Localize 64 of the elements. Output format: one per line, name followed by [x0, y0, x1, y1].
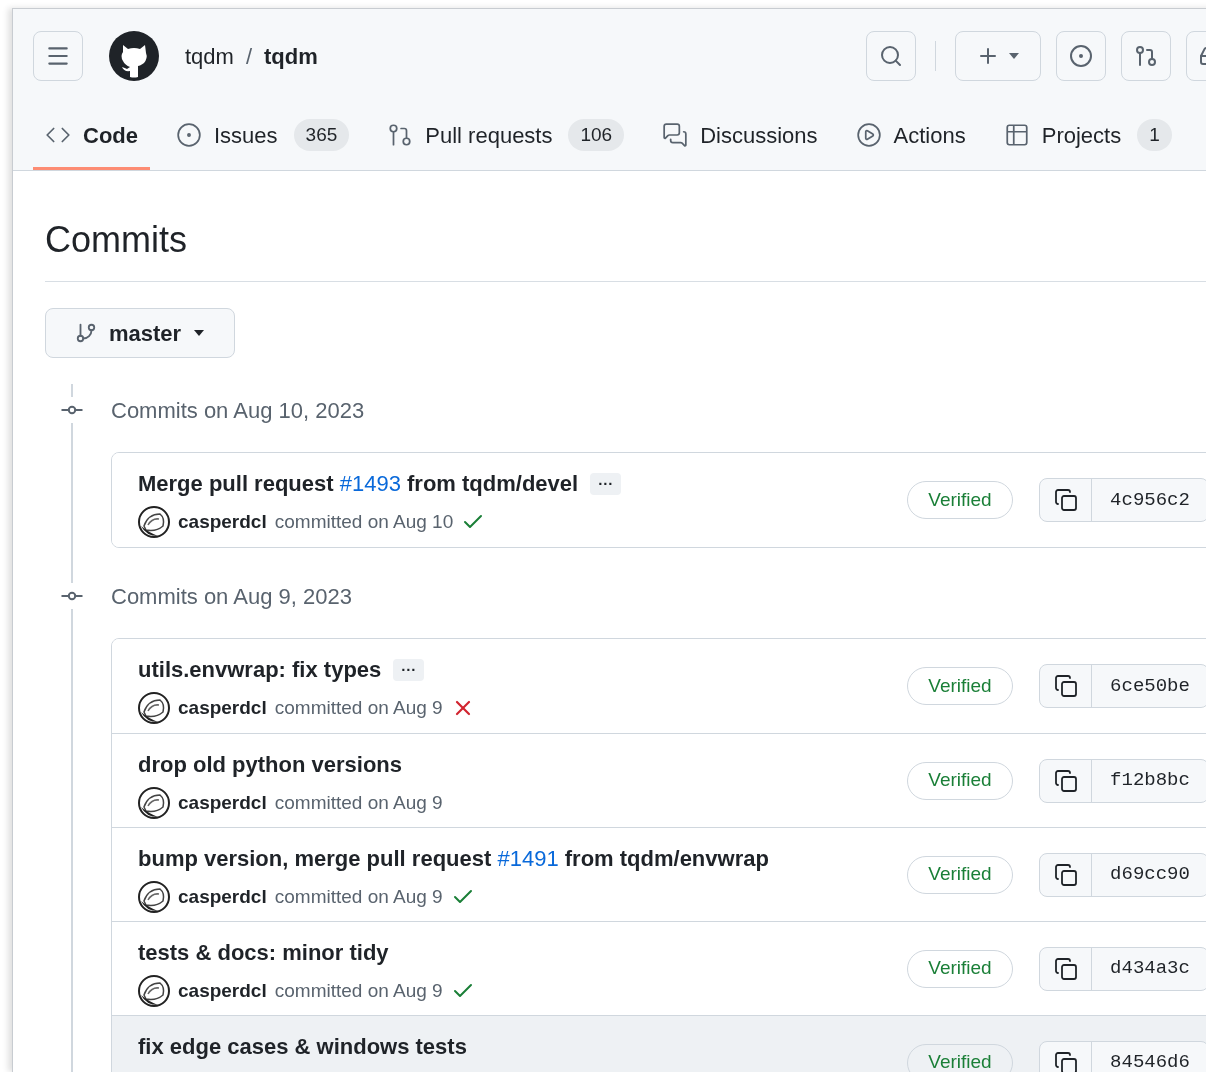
commit-title[interactable]: tests & docs: minor tidy [138, 936, 389, 969]
repo-tab[interactable]: Code [33, 103, 150, 170]
pull-request-link[interactable]: #1491 [497, 846, 559, 871]
path-separator: / [245, 42, 253, 71]
avatar [138, 787, 170, 819]
author-name[interactable]: casperdcl [178, 976, 267, 1006]
play-icon [855, 122, 882, 148]
author-name[interactable]: casperdcl [178, 788, 267, 818]
pull-requests-button[interactable] [1121, 31, 1171, 81]
issue-icon [1069, 44, 1093, 68]
commit-date: committed on Aug 9 [274, 695, 443, 720]
copy-icon [1053, 488, 1078, 512]
page-title: Commits [45, 218, 188, 262]
repo-tab[interactable]: Actions [843, 103, 978, 170]
date-heading: Commits on Aug 10, 2023 [111, 396, 365, 425]
search-icon [879, 44, 903, 68]
expand-button[interactable]: ··· [590, 472, 622, 495]
author-name[interactable]: casperdcl [178, 882, 267, 912]
count-badge: 365 [293, 119, 350, 151]
issues-button[interactable] [1056, 31, 1106, 81]
commit-title[interactable]: fix edge cases & windows tests [138, 1030, 467, 1063]
copy-icon [1053, 768, 1078, 793]
branch-icon [74, 322, 97, 344]
commit-title[interactable]: utils.envwrap: fix types [138, 653, 382, 686]
create-button[interactable] [955, 31, 1041, 81]
repo-tab[interactable]: Projects 1 [991, 103, 1184, 170]
copy-icon [1053, 674, 1078, 698]
discussion-icon [662, 122, 689, 148]
date-heading: Commits on Aug 9, 2023 [111, 582, 352, 611]
commit-date: committed on Aug 9 [274, 790, 443, 815]
commit-title[interactable]: bump version, merge pull request #1491 from tqdm/envwrap [138, 842, 769, 875]
repo-tab[interactable]: Pull requests 106 [375, 103, 637, 170]
pull-request-link[interactable]: #1493 [339, 471, 401, 496]
pull-request-icon [1134, 44, 1158, 68]
repo-tab[interactable]: Discussions [650, 103, 830, 170]
pull-request-icon [387, 122, 414, 148]
caret-icon [1008, 52, 1020, 60]
caret-icon [193, 329, 206, 337]
copy-icon [1053, 1050, 1078, 1072]
avatar [138, 506, 170, 538]
commit-date: committed on Aug 9 [274, 978, 443, 1003]
repo-tab[interactable]: Issues 365 [164, 103, 362, 170]
owner-link[interactable]: tqdm [185, 39, 234, 73]
commit-title[interactable]: drop old python versions [138, 748, 402, 781]
avatar [138, 692, 170, 724]
commit-date: committed on Aug 10 [274, 509, 454, 534]
avatar [138, 975, 170, 1007]
menu-button[interactable] [33, 31, 83, 81]
expand-button[interactable]: ··· [393, 658, 425, 681]
logo-icon [109, 31, 159, 81]
commit-date: committed on Aug 9 [274, 884, 443, 909]
issue-icon [176, 122, 202, 148]
count-badge: 1 [1137, 119, 1172, 151]
copy-icon [1053, 956, 1078, 981]
copy-icon [1053, 862, 1078, 887]
author-name[interactable]: casperdcl [178, 507, 267, 537]
commit-title[interactable]: Merge pull request #1493 from tqdm/devel [138, 467, 579, 500]
repo-link[interactable]: tqdm [264, 39, 318, 73]
branch-button[interactable]: master [45, 308, 235, 358]
author-name[interactable]: casperdcl [178, 693, 267, 723]
table-icon [1003, 122, 1030, 148]
count-badge: 106 [568, 119, 625, 151]
search-button[interactable] [866, 31, 916, 81]
avatar [138, 881, 170, 913]
